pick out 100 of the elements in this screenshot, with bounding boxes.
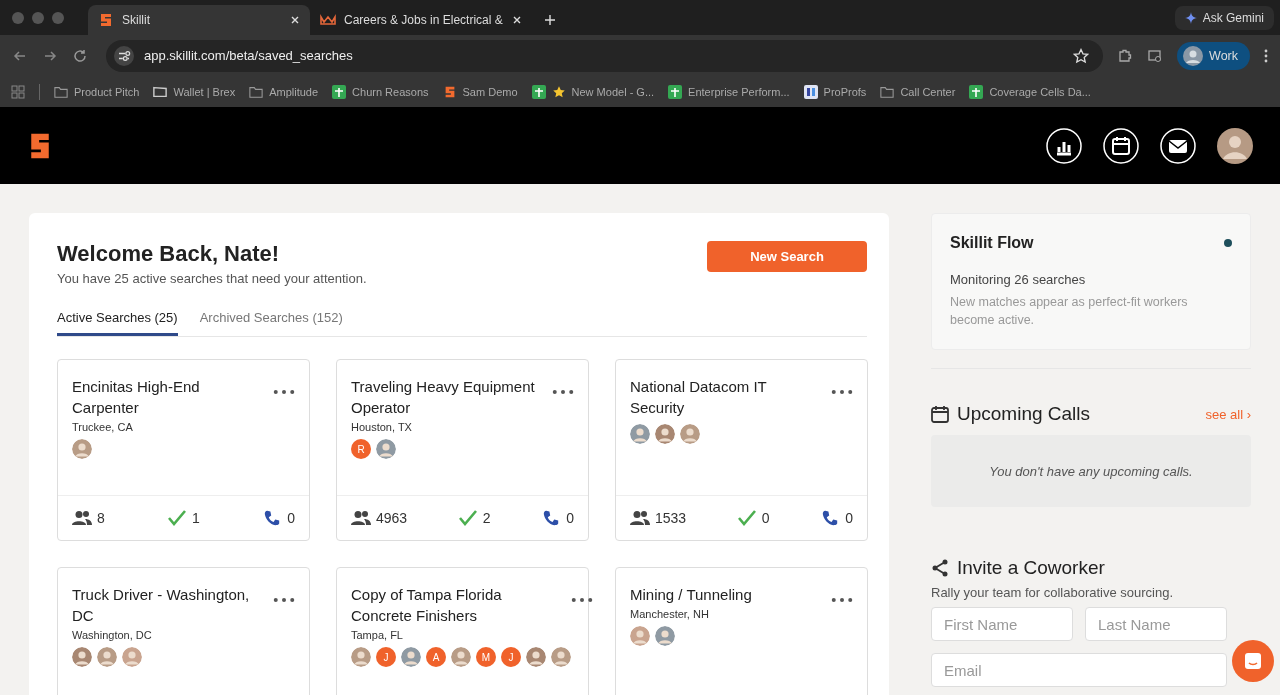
flow-status: Monitoring 26 searches (950, 272, 1087, 287)
bookmark[interactable]: Churn Reasons (332, 84, 429, 99)
people-icon (630, 510, 650, 526)
bookmark-star-icon[interactable] (1073, 47, 1090, 64)
apps-icon[interactable] (11, 84, 25, 99)
search-title: Copy of Tampa Florida Concrete Finishers (351, 585, 503, 626)
search-card[interactable]: Traveling Heavy Equipment Operator Houston, TX R 4963 2 0 (336, 359, 589, 541)
candidate-count: 1533 (655, 510, 687, 526)
extensions-icon[interactable] (1117, 47, 1134, 64)
avatar (122, 647, 142, 667)
new-search-button[interactable]: New Search (707, 241, 867, 272)
more-options-icon[interactable] (831, 389, 853, 395)
profile-button[interactable]: Work (1177, 41, 1250, 70)
more-options-icon[interactable] (571, 597, 593, 603)
check-icon (457, 510, 478, 526)
search-tab[interactable]: Active Searches (25) (57, 308, 178, 336)
avatar-initial: J (376, 647, 396, 667)
search-card[interactable]: National Datacom IT Security 1533 0 0 (615, 359, 868, 541)
input-field[interactable]: Last Name (1085, 607, 1227, 641)
search-title: Traveling Heavy Equipment Operator (351, 377, 536, 418)
search-card[interactable]: Mining / Tunneling Manchester, NH (615, 567, 868, 695)
search-title: Mining / Tunneling (630, 585, 753, 605)
match-count: 0 (761, 510, 770, 526)
calendar-icon[interactable] (1103, 127, 1139, 164)
status-dot (1224, 239, 1232, 247)
call-count: 0 (287, 510, 295, 526)
bookmark[interactable]: New Model - G... (531, 84, 655, 99)
bookmark[interactable]: Sam Demo (442, 84, 518, 99)
avatar (630, 626, 650, 646)
new-tab-icon[interactable] (544, 14, 556, 26)
search-location: Truckee, CA (72, 421, 134, 433)
flow-description: New matches appear as perfect-fit workers become active. (950, 294, 1189, 329)
star-icon (551, 84, 566, 99)
see-all-link[interactable]: see all › (1205, 406, 1251, 422)
people-icon (351, 510, 371, 526)
close-icon[interactable] (290, 15, 300, 25)
avatar-initial: R (351, 439, 371, 459)
crown-icon (320, 12, 336, 28)
match-count: 2 (482, 510, 491, 526)
input-field[interactable]: Email (931, 653, 1227, 687)
search-card[interactable]: Truck Driver - Washington, DC Washington, DC (57, 567, 310, 695)
user-avatar[interactable] (1217, 127, 1253, 164)
avatar (551, 647, 571, 667)
more-options-icon[interactable] (273, 389, 295, 395)
bookmark[interactable]: Wallet | Brex (153, 84, 236, 99)
avatar (680, 424, 700, 444)
search-title: Encinitas High-End Carpenter (72, 377, 201, 418)
avatar (655, 424, 675, 444)
media-icon[interactable] (1147, 47, 1164, 64)
search-title: National Datacom IT Security (630, 377, 768, 418)
share-icon (931, 559, 949, 577)
folder-icon (249, 84, 264, 99)
more-options-icon[interactable] (273, 597, 295, 603)
browser-tab[interactable]: Careers & Jobs in Electrical & (310, 5, 532, 35)
bar-chart-icon[interactable] (1046, 127, 1082, 164)
address-bar[interactable]: app.skillit.com/beta/saved_searches (106, 39, 1104, 72)
check-icon (736, 510, 757, 526)
search-location: Manchester, NH (630, 608, 710, 620)
site-settings-icon[interactable] (114, 45, 134, 66)
avatar-initial: A (426, 647, 446, 667)
bookmark[interactable]: Product Pitch (54, 84, 140, 99)
candidate-count: 8 (97, 510, 105, 526)
mail-icon[interactable] (1160, 127, 1196, 164)
candidate-count: 4963 (376, 510, 408, 526)
bookmark[interactable]: Enterprise Perform... (668, 84, 790, 99)
input-field[interactable]: First Name (931, 607, 1073, 641)
welcome-subtitle: You have 25 active searches that need your attention. (57, 271, 367, 286)
avatar (351, 647, 371, 667)
search-card[interactable]: Encinitas High-End Carpenter Truckee, CA 8 1 0 (57, 359, 310, 541)
avatar (1183, 45, 1204, 66)
avatar (655, 626, 675, 646)
match-count: 1 (192, 510, 200, 526)
menu-icon[interactable] (1264, 47, 1268, 64)
close-icon[interactable] (512, 15, 522, 25)
search-title: Truck Driver - Washington, DC (72, 585, 251, 626)
empty-message: You don't have any upcoming calls. (989, 463, 1193, 479)
reload-icon[interactable] (72, 47, 88, 64)
folder-icon (54, 84, 68, 99)
check-icon (167, 510, 188, 526)
bookmark[interactable]: Call Center (880, 84, 956, 99)
bookmark[interactable]: ProProfs (803, 84, 867, 99)
more-options-icon[interactable] (552, 389, 574, 395)
folder-icon (880, 84, 895, 99)
spreadsheet-icon (969, 84, 984, 99)
calendar-icon (931, 405, 949, 423)
bookmark[interactable]: Coverage Cells Da... (969, 84, 1091, 99)
call-count: 0 (845, 510, 853, 526)
bookmark[interactable]: Amplitude (249, 84, 319, 99)
avatar (451, 647, 471, 667)
pp-logo-icon (803, 84, 818, 99)
avatar-initial: J (501, 647, 521, 667)
sparkle-icon (1184, 11, 1197, 24)
chat-icon (1243, 651, 1263, 671)
chat-button[interactable] (1232, 640, 1274, 682)
flow-title: Skillit Flow (950, 234, 1034, 252)
browser-tab[interactable]: Skillit (88, 5, 310, 35)
ask-gemini-button[interactable]: Ask Gemini (1174, 5, 1274, 30)
search-tab[interactable]: Archived Searches (152) (199, 308, 343, 336)
spreadsheet-icon (668, 84, 683, 99)
more-options-icon[interactable] (831, 597, 853, 603)
